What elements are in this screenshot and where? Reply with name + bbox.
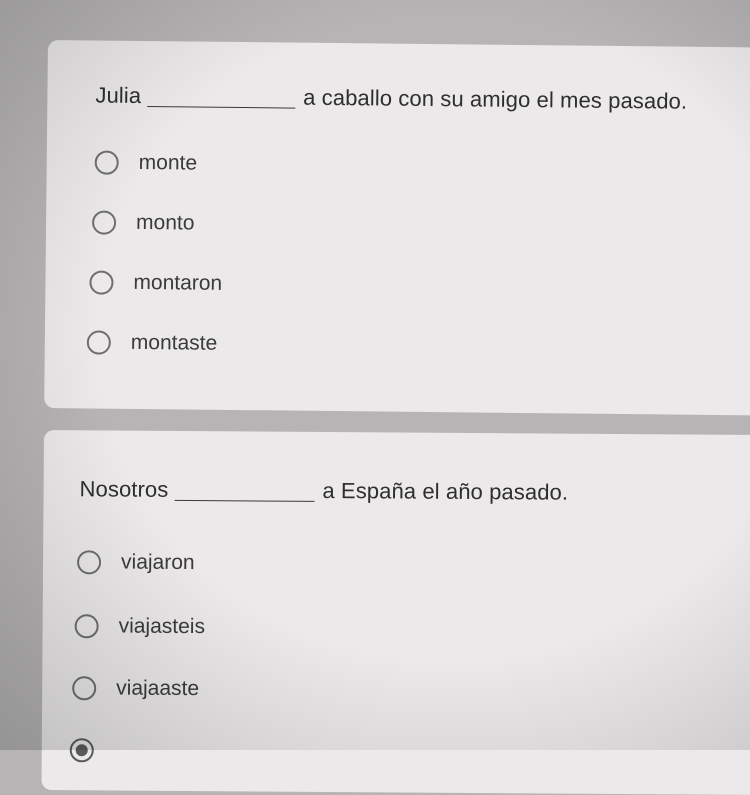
option-label: viajasteis bbox=[118, 614, 206, 639]
option-montaron[interactable]: montaron bbox=[89, 270, 222, 295]
option-viajaron[interactable]: viajaron bbox=[76, 550, 195, 575]
question-card-2: Nosotros a España el año pasado. viajaro… bbox=[41, 430, 750, 795]
option-viajasteis[interactable]: viajasteis bbox=[74, 614, 206, 639]
answer-blank bbox=[174, 481, 315, 502]
radio-button[interactable] bbox=[89, 270, 114, 295]
option-montaste[interactable]: montaste bbox=[86, 330, 218, 355]
question-subject: Nosotros bbox=[79, 476, 169, 502]
radio-button[interactable] bbox=[74, 614, 99, 639]
question-predicate: a España el año pasado. bbox=[322, 477, 569, 505]
radio-button[interactable] bbox=[72, 676, 97, 701]
question-text: Julia a caballo con su amigo el mes pasa… bbox=[95, 83, 687, 115]
option-label: viajaaste bbox=[116, 676, 200, 701]
answer-blank bbox=[147, 88, 296, 109]
option-label: montaron bbox=[133, 270, 223, 295]
option-monto[interactable]: monto bbox=[91, 210, 195, 235]
radio-button-selected[interactable] bbox=[69, 738, 94, 763]
option-label: viajaron bbox=[120, 550, 195, 575]
option-viajaaste[interactable]: viajaaste bbox=[72, 676, 199, 701]
radio-button[interactable] bbox=[94, 150, 119, 175]
option-label: monte bbox=[138, 150, 198, 175]
radio-button[interactable] bbox=[91, 210, 117, 235]
question-subject: Julia bbox=[95, 82, 142, 108]
question-text: Nosotros a España el año pasado. bbox=[79, 476, 569, 505]
question-card-1: Julia a caballo con su amigo el mes pasa… bbox=[44, 40, 750, 416]
question-predicate: a caballo con su amigo el mes pasado. bbox=[303, 84, 688, 114]
radio-button[interactable] bbox=[86, 330, 111, 355]
radio-button[interactable] bbox=[76, 550, 102, 575]
option-label: montaste bbox=[130, 330, 218, 355]
option-label: monto bbox=[135, 210, 195, 235]
option-monte[interactable]: monte bbox=[94, 150, 198, 175]
option-selected-partial[interactable] bbox=[69, 738, 114, 763]
